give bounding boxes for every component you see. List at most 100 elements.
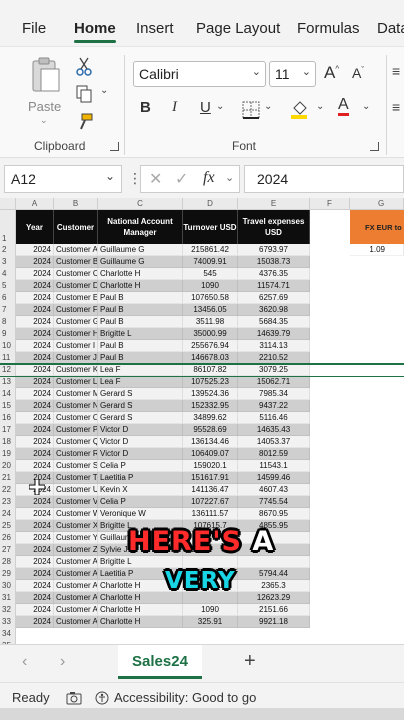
cell-customer[interactable]: Customer F bbox=[54, 304, 98, 316]
header-account-manager[interactable]: National Account Manager bbox=[98, 210, 183, 244]
cell-year[interactable]: 2024 bbox=[16, 244, 54, 256]
cell-travel-expenses[interactable] bbox=[238, 556, 310, 568]
cell-customer[interactable]: Customer G bbox=[54, 316, 98, 328]
header-travel-expenses[interactable]: Travel expenses USD bbox=[238, 210, 310, 244]
cell-customer[interactable]: Customer Q bbox=[54, 436, 98, 448]
cell-customer[interactable]: Customer I bbox=[54, 340, 98, 352]
cell-turnover[interactable]: 136111.57 bbox=[183, 508, 238, 520]
font-name-select[interactable]: Calibri ⌄ bbox=[133, 61, 266, 87]
cell-travel-expenses[interactable]: 3114.13 bbox=[238, 340, 310, 352]
cell-travel-expenses[interactable]: 4376.35 bbox=[238, 268, 310, 280]
cell-account-manager[interactable]: Charlotte H bbox=[98, 268, 183, 280]
row-header[interactable]: 13 bbox=[0, 376, 16, 388]
cut-icon[interactable] bbox=[76, 57, 92, 77]
cell-travel-expenses[interactable]: 6257.69 bbox=[238, 292, 310, 304]
row-header[interactable]: 9 bbox=[0, 328, 16, 340]
cell-travel-expenses[interactable]: 11574.71 bbox=[238, 280, 310, 292]
column-header-e[interactable]: E bbox=[238, 198, 310, 210]
cell-year[interactable]: 2024 bbox=[16, 352, 54, 364]
cell-travel-expenses[interactable]: 8670.95 bbox=[238, 508, 310, 520]
italic-button[interactable]: I bbox=[172, 99, 177, 116]
cell-turnover[interactable]: 325.91 bbox=[183, 616, 238, 628]
row-header[interactable]: 7 bbox=[0, 304, 16, 316]
cell-year[interactable]: 2024 bbox=[16, 544, 54, 556]
cell-account-manager[interactable]: Paul B bbox=[98, 352, 183, 364]
cell-year[interactable]: 2024 bbox=[16, 436, 54, 448]
cell-travel-expenses[interactable]: 5684.35 bbox=[238, 316, 310, 328]
cell-account-manager[interactable]: Kevin X bbox=[98, 484, 183, 496]
row-header[interactable]: 32 bbox=[0, 604, 16, 616]
header-customer[interactable]: Customer bbox=[54, 210, 98, 244]
cell-year[interactable]: 2024 bbox=[16, 508, 54, 520]
cell-year[interactable]: 2024 bbox=[16, 388, 54, 400]
cell-customer[interactable]: Customer AA bbox=[54, 556, 98, 568]
cell-travel-expenses[interactable]: 15038.73 bbox=[238, 256, 310, 268]
column-header-a[interactable]: A bbox=[16, 198, 54, 210]
cell-turnover[interactable]: 255676.94 bbox=[183, 340, 238, 352]
cell-turnover[interactable] bbox=[183, 556, 238, 568]
cell-account-manager[interactable]: Guillaume G bbox=[98, 256, 183, 268]
underline-button[interactable]: U bbox=[200, 99, 211, 116]
cell-customer[interactable]: Customer V bbox=[54, 496, 98, 508]
cell-year[interactable]: 2024 bbox=[16, 316, 54, 328]
cell-account-manager[interactable]: Paul B bbox=[98, 316, 183, 328]
cell-turnover[interactable]: 159020.1 bbox=[183, 460, 238, 472]
insert-function-button[interactable]: fx bbox=[203, 169, 215, 187]
tab-file[interactable]: File bbox=[22, 20, 46, 37]
cell-customer[interactable]: Customer L bbox=[54, 376, 98, 388]
cell-customer[interactable]: Customer AF bbox=[54, 616, 98, 628]
row-header[interactable]: 25 bbox=[0, 520, 16, 532]
cell-turnover[interactable]: 106409.07 bbox=[183, 448, 238, 460]
cell-year[interactable]: 2024 bbox=[16, 268, 54, 280]
cell-travel-expenses[interactable]: 8012.59 bbox=[238, 448, 310, 460]
paste-button[interactable]: Paste ⌄ bbox=[24, 55, 66, 125]
cell-customer[interactable]: Customer D bbox=[54, 280, 98, 292]
cell-account-manager[interactable]: Victor D bbox=[98, 448, 183, 460]
cell-travel-expenses[interactable]: 11543.1 bbox=[238, 460, 310, 472]
cell-account-manager[interactable]: Celia P bbox=[98, 460, 183, 472]
cell-turnover[interactable]: 107650.58 bbox=[183, 292, 238, 304]
cell-customer[interactable]: Customer H bbox=[54, 328, 98, 340]
grow-font-button[interactable]: A^ bbox=[324, 63, 339, 83]
cell-travel-expenses[interactable]: 14639.79 bbox=[238, 328, 310, 340]
cell-year[interactable]: 2024 bbox=[16, 460, 54, 472]
cell-travel-expenses[interactable]: 4607.43 bbox=[238, 484, 310, 496]
cell-year[interactable]: 2024 bbox=[16, 376, 54, 388]
cell-travel-expenses[interactable]: 9437.22 bbox=[238, 400, 310, 412]
cell-account-manager[interactable]: Lea F bbox=[98, 376, 183, 388]
cell-customer[interactable]: Customer AB bbox=[54, 568, 98, 580]
chevron-down-icon[interactable]: ⌄ bbox=[225, 171, 234, 184]
cell-turnover[interactable]: 146678.03 bbox=[183, 352, 238, 364]
shrink-font-button[interactable]: Aˇ bbox=[352, 65, 364, 81]
copy-icon[interactable] bbox=[76, 85, 92, 103]
cell-account-manager[interactable]: Paul B bbox=[98, 340, 183, 352]
cell-customer[interactable]: Customer E bbox=[54, 292, 98, 304]
tab-insert[interactable]: Insert bbox=[136, 20, 174, 37]
macro-recorder-icon[interactable] bbox=[66, 691, 82, 705]
cell-travel-expenses[interactable]: 2365.3 bbox=[238, 580, 310, 592]
cell-account-manager[interactable]: Brigitte L bbox=[98, 556, 183, 568]
cell-year[interactable]: 2024 bbox=[16, 592, 54, 604]
cell-travel-expenses[interactable]: 9921.18 bbox=[238, 616, 310, 628]
chevron-down-icon[interactable]: ⌄ bbox=[216, 101, 224, 112]
cell-turnover[interactable]: 1090 bbox=[183, 280, 238, 292]
cell-account-manager[interactable]: Guillaume G bbox=[98, 244, 183, 256]
cell-turnover[interactable]: 107525.23 bbox=[183, 376, 238, 388]
cell-travel-expenses[interactable]: 15062.71 bbox=[238, 376, 310, 388]
row-header[interactable]: 21 bbox=[0, 472, 16, 484]
cell-travel-expenses[interactable]: 2151.66 bbox=[238, 604, 310, 616]
cell-turnover[interactable]: 35000.99 bbox=[183, 328, 238, 340]
chevron-down-icon[interactable]: ⌄ bbox=[100, 85, 108, 96]
cell-year[interactable]: 2024 bbox=[16, 412, 54, 424]
row-header[interactable]: 31 bbox=[0, 592, 16, 604]
cell-year[interactable]: 2024 bbox=[16, 580, 54, 592]
cell-turnover[interactable]: 152332.95 bbox=[183, 400, 238, 412]
cell-travel-expenses[interactable]: 7985.34 bbox=[238, 388, 310, 400]
row-header[interactable]: 8 bbox=[0, 316, 16, 328]
cell-customer[interactable]: Customer O bbox=[54, 412, 98, 424]
cell-turnover[interactable]: 86107.82 bbox=[183, 364, 238, 376]
row-header[interactable]: 33 bbox=[0, 616, 16, 628]
cell-turnover[interactable]: 151617.91 bbox=[183, 472, 238, 484]
cell-travel-expenses[interactable]: 7745.54 bbox=[238, 496, 310, 508]
row-header[interactable]: 12 bbox=[0, 364, 16, 376]
